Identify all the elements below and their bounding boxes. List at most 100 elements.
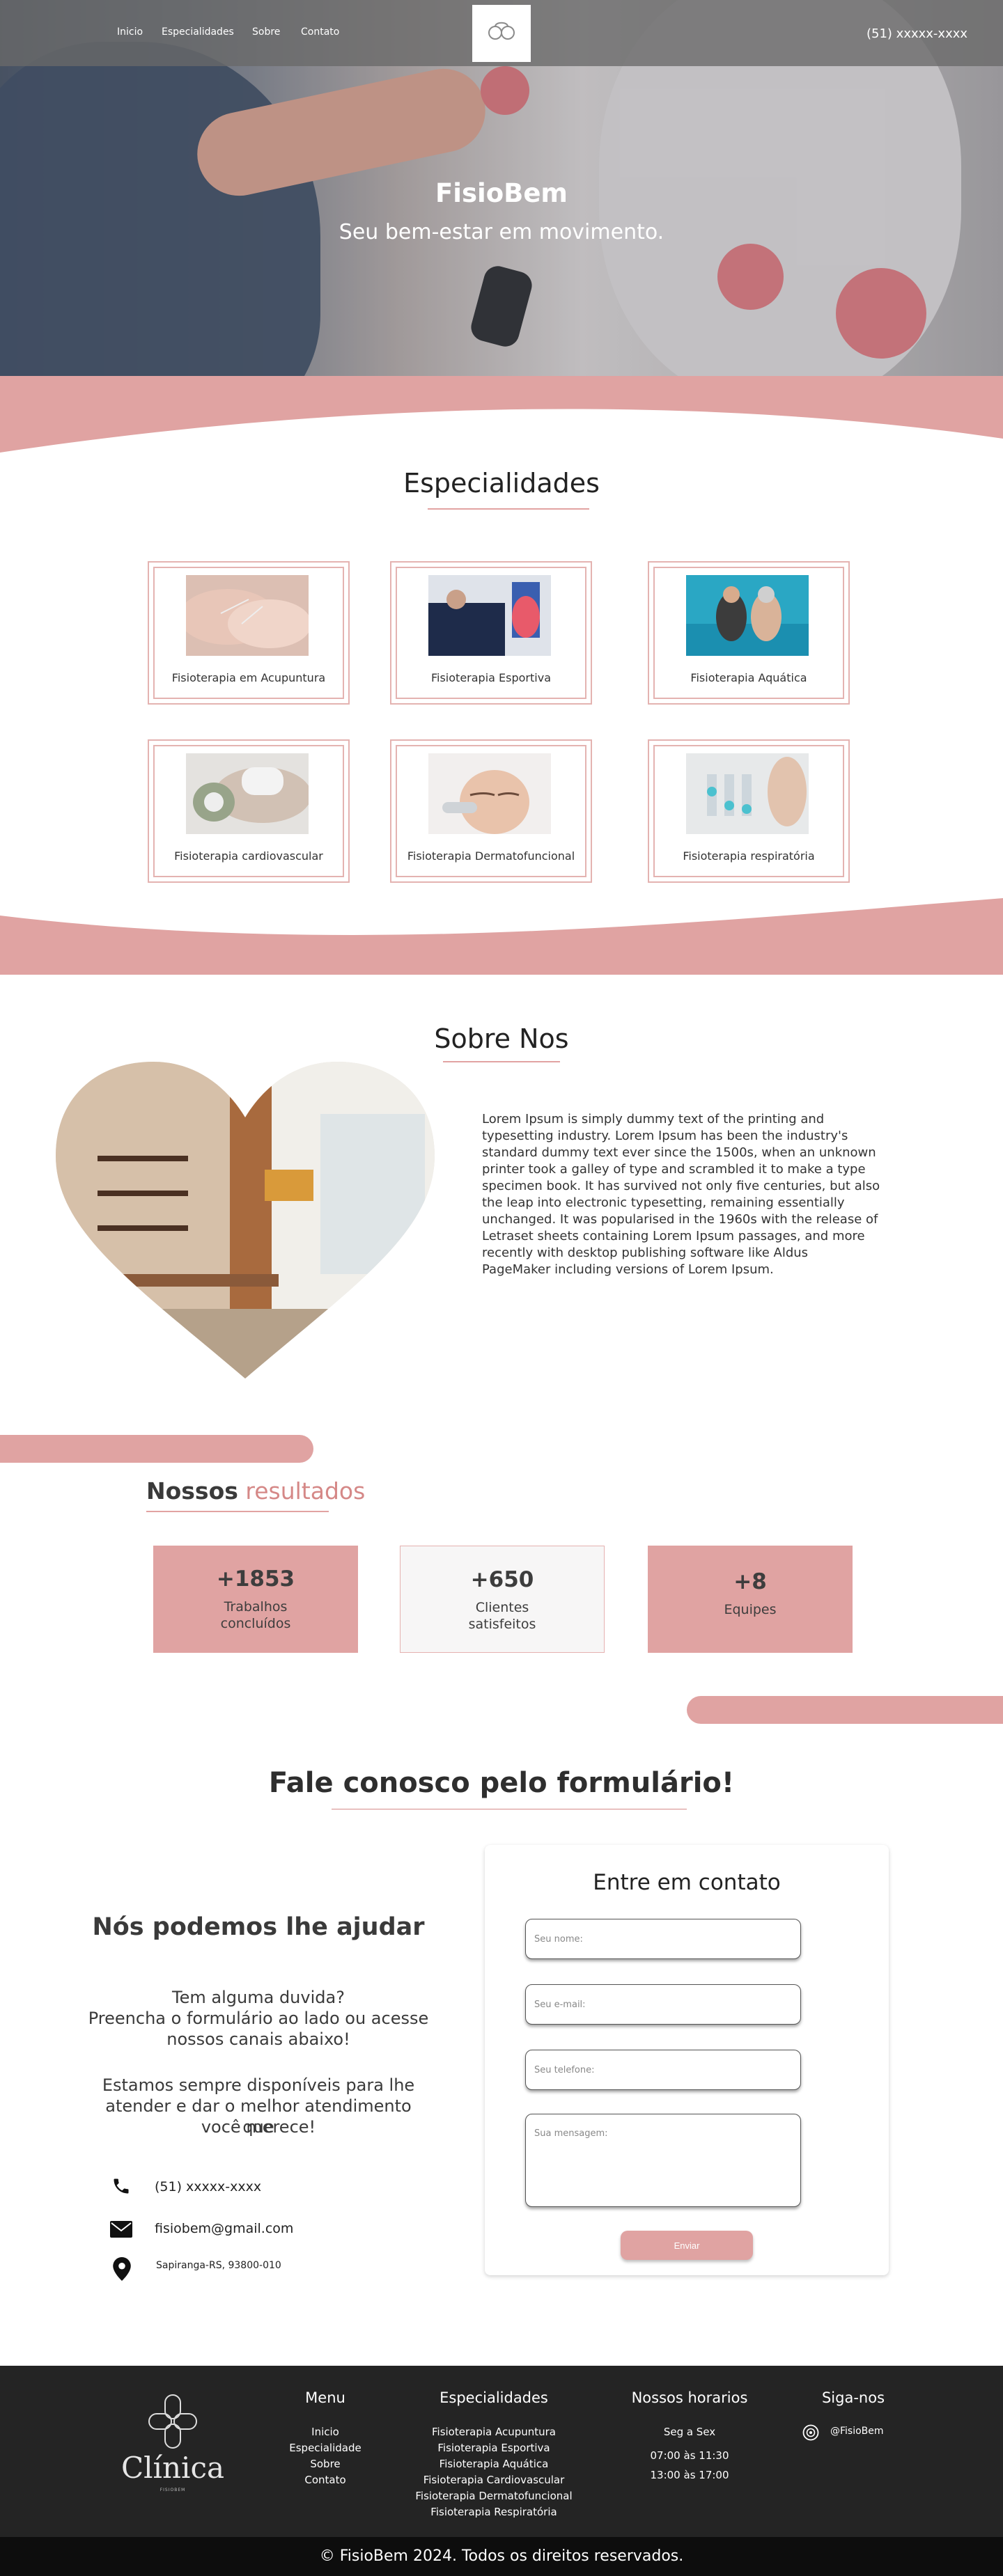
footer-menu-item[interactable]: Sobre xyxy=(273,2456,378,2472)
result-label-line2: concluídos xyxy=(220,1616,291,1631)
help-text-line: você merece! xyxy=(201,2117,316,2137)
hero-title: FisioBem xyxy=(435,178,568,208)
footer-hours-days: Seg a Sex xyxy=(663,2426,716,2438)
specialty-card-sports[interactable]: Fisioterapia Esportiva xyxy=(390,561,592,705)
result-box-teams: +8 Equipes xyxy=(648,1546,853,1653)
hero-subtitle: Seu bem-estar em movimento. xyxy=(339,220,664,244)
help-title: Nós podemos lhe ajudar xyxy=(92,1913,425,1941)
message-field[interactable] xyxy=(525,2114,801,2207)
results-title-part1: Nossos xyxy=(146,1477,238,1505)
help-text-line: Tem alguma duvida? xyxy=(172,1988,345,2007)
footer-instagram-handle[interactable]: @FisioBem xyxy=(830,2426,884,2437)
footer-specialties-list: Fisioterapia Acupuntura Fisioterapia Esp… xyxy=(407,2424,581,2520)
aquatic-therapy-photo-icon xyxy=(686,575,809,656)
help-text-line: Estamos sempre disponíveis para lhe xyxy=(102,2075,415,2095)
header-phone[interactable]: (51) xxxxx-xxxx xyxy=(866,26,967,41)
card-label: Fisioterapia respiratória xyxy=(683,849,815,863)
about-title: Sobre Nos xyxy=(434,1023,569,1054)
footer-specialty-item[interactable]: Fisioterapia Esportiva xyxy=(407,2440,581,2456)
hero-wave xyxy=(0,376,1003,453)
cardio-therapy-photo-icon xyxy=(186,753,309,834)
result-number: +8 xyxy=(733,1569,767,1594)
logo-icon xyxy=(488,22,515,40)
sports-therapy-photo-icon xyxy=(428,575,551,656)
footer-specialty-item[interactable]: Fisioterapia Cardiovascular xyxy=(407,2472,581,2488)
footer-menu-item[interactable]: Contato xyxy=(273,2472,378,2488)
about-underline xyxy=(443,1061,560,1062)
specialties-underline xyxy=(428,508,589,510)
footer-specialty-item[interactable]: Fisioterapia Acupuntura xyxy=(407,2424,581,2440)
result-box-works: +1853 Trabalhos concluídos xyxy=(153,1546,358,1653)
footer-hours-afternoon: 13:00 às 17:00 xyxy=(650,2469,729,2481)
contact-phone[interactable]: (51) xxxxx-xxxx xyxy=(155,2179,261,2194)
phone-icon xyxy=(114,2178,129,2194)
nav-link-contato[interactable]: Contato xyxy=(301,26,339,38)
footer-specialty-item[interactable]: Fisioterapia Respiratória xyxy=(407,2504,581,2520)
phone-field[interactable] xyxy=(525,2050,801,2090)
footer-specialty-item[interactable]: Fisioterapia Aquática xyxy=(407,2456,581,2472)
send-button[interactable]: Enviar xyxy=(621,2231,753,2260)
result-label-line2: satisfeitos xyxy=(468,1617,536,1632)
form-title: Entre em contato xyxy=(593,1870,781,1895)
card-label: Fisioterapia em Acupuntura xyxy=(171,671,326,684)
respiratory-therapy-photo-icon xyxy=(686,753,809,834)
logo[interactable] xyxy=(472,5,531,62)
footer-specialties-title: Especialidades xyxy=(440,2389,548,2406)
footer-specialty-item[interactable]: Fisioterapia Dermatofuncional xyxy=(407,2488,581,2504)
instagram-icon[interactable] xyxy=(802,2424,819,2441)
result-number: +1853 xyxy=(216,1566,295,1592)
footer-hours-title: Nossos horarios xyxy=(631,2389,748,2406)
help-text-line: nossos canais abaixo! xyxy=(166,2029,350,2049)
copyright-bar: © FisioBem 2024. Todos os direitos reser… xyxy=(0,2537,1003,2576)
footer-logo-icon xyxy=(148,2394,197,2449)
location-pin-icon xyxy=(113,2257,131,2281)
specialties-title: Especialidades xyxy=(403,468,600,498)
specialties-wave xyxy=(0,898,1003,975)
card-label: Fisioterapia Aquática xyxy=(690,671,807,684)
results-title-part2: resultados xyxy=(245,1477,366,1505)
contact-email[interactable]: fisiobem@gmail.com xyxy=(155,2221,293,2236)
contact-form-card: Entre em contato Enviar xyxy=(485,1845,889,2275)
results-underline xyxy=(146,1511,329,1512)
footer-hours-morning: 07:00 às 11:30 xyxy=(650,2449,729,2462)
footer-brand: Clínica xyxy=(120,2451,225,2485)
contact-address: Sapiranga-RS, 93800-010 xyxy=(156,2260,281,2271)
results-decor-bar-left xyxy=(0,1435,313,1463)
specialty-card-acupuncture[interactable]: Fisioterapia em Acupuntura xyxy=(148,561,350,705)
email-field[interactable] xyxy=(525,1984,801,2025)
footer-brand-sub: FISIOBEM xyxy=(160,2488,186,2492)
hero-section: Inicio Especialidades Sobre Contato (51)… xyxy=(0,0,1003,379)
result-number: +650 xyxy=(470,1567,534,1592)
navbar: Inicio Especialidades Sobre Contato (51)… xyxy=(0,0,1003,66)
email-icon xyxy=(110,2221,132,2238)
about-heart-photo xyxy=(56,1062,435,1379)
about-paragraph: Lorem Ipsum is simply dummy text of the … xyxy=(482,1112,880,1277)
result-label-line1: Clientes xyxy=(475,1600,529,1615)
footer-menu-item[interactable]: Especialidade xyxy=(273,2440,378,2456)
card-label: Fisioterapia cardiovascular xyxy=(174,849,323,863)
nav-link-inicio[interactable]: Inicio xyxy=(117,26,143,38)
footer: Clínica FISIOBEM Menu Inicio Especialida… xyxy=(0,2366,1003,2537)
name-field[interactable] xyxy=(525,1919,801,1959)
contact-section-title: Fale conosco pelo formulário! xyxy=(268,1767,735,1799)
nav-link-sobre[interactable]: Sobre xyxy=(252,26,280,38)
result-box-clients: +650 Clientes satisfeitos xyxy=(400,1546,605,1653)
footer-menu-list: Inicio Especialidade Sobre Contato xyxy=(273,2424,378,2488)
specialty-card-dermato[interactable]: Fisioterapia Dermatofuncional xyxy=(390,739,592,883)
footer-social-title: Siga-nos xyxy=(821,2389,885,2406)
card-label: Fisioterapia Esportiva xyxy=(430,671,551,684)
card-label: Fisioterapia Dermatofuncional xyxy=(407,849,575,863)
acupuncture-photo-icon xyxy=(186,575,309,656)
nav-link-especialidades[interactable]: Especialidades xyxy=(162,26,234,38)
specialty-card-aquatic[interactable]: Fisioterapia Aquática xyxy=(648,561,850,705)
footer-menu-title: Menu xyxy=(305,2389,345,2406)
results-title: Nossos resultados xyxy=(146,1477,365,1505)
dermato-therapy-photo-icon xyxy=(428,753,551,834)
specialty-card-respiratory[interactable]: Fisioterapia respiratória xyxy=(648,739,850,883)
result-label-line1: Trabalhos xyxy=(224,1599,288,1615)
result-label-line1: Equipes xyxy=(724,1602,777,1617)
results-decor-bar-right xyxy=(687,1696,1003,1724)
help-text-line: Preencha o formulário ao lado ou acesse xyxy=(88,2009,429,2028)
specialty-card-cardiovascular[interactable]: Fisioterapia cardiovascular xyxy=(148,739,350,883)
footer-menu-item[interactable]: Inicio xyxy=(273,2424,378,2440)
